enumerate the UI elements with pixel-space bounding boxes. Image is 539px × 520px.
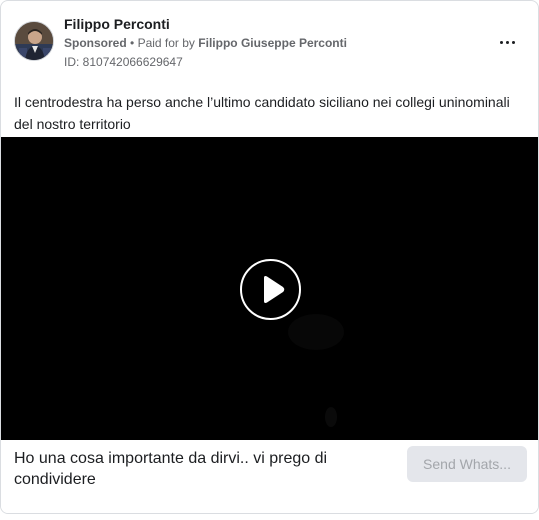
paid-for-by-label: Paid for by	[137, 36, 195, 50]
paid-for-by-name[interactable]: Filippo Giuseppe Perconti	[198, 36, 347, 50]
link-caption: Ho una cosa importante da dirvi.. vi pre…	[14, 450, 328, 488]
ad-body-text: Il centrodestra ha perso anche l’ultimo …	[14, 94, 510, 132]
sponsored-label: Sponsored	[64, 36, 127, 50]
more-options-button[interactable]	[492, 30, 522, 54]
ad-card: Filippo Perconti Sponsored • Paid for by…	[0, 0, 539, 514]
avatar-photo-icon	[15, 22, 53, 60]
avatar[interactable]	[14, 21, 54, 61]
sponsor-line: Sponsored • Paid for by Filippo Giuseppe…	[64, 36, 347, 50]
play-button[interactable]	[240, 259, 301, 320]
more-horizontal-icon-dot	[511, 40, 515, 44]
separator-dot: •	[130, 36, 135, 50]
send-whatsapp-button[interactable]: Send Whats...	[407, 446, 527, 482]
ad-id: ID: 810742066629647	[64, 55, 183, 69]
play-icon	[264, 276, 285, 303]
ad-header: Filippo Perconti Sponsored • Paid for by…	[1, 1, 538, 79]
advertiser-name[interactable]: Filippo Perconti	[64, 16, 170, 32]
more-horizontal-icon-dot	[505, 40, 509, 44]
more-horizontal-icon	[499, 40, 503, 44]
ad-footer: Ho una cosa importante da dirvi.. vi pre…	[1, 440, 538, 513]
video-player[interactable]	[1, 137, 538, 440]
